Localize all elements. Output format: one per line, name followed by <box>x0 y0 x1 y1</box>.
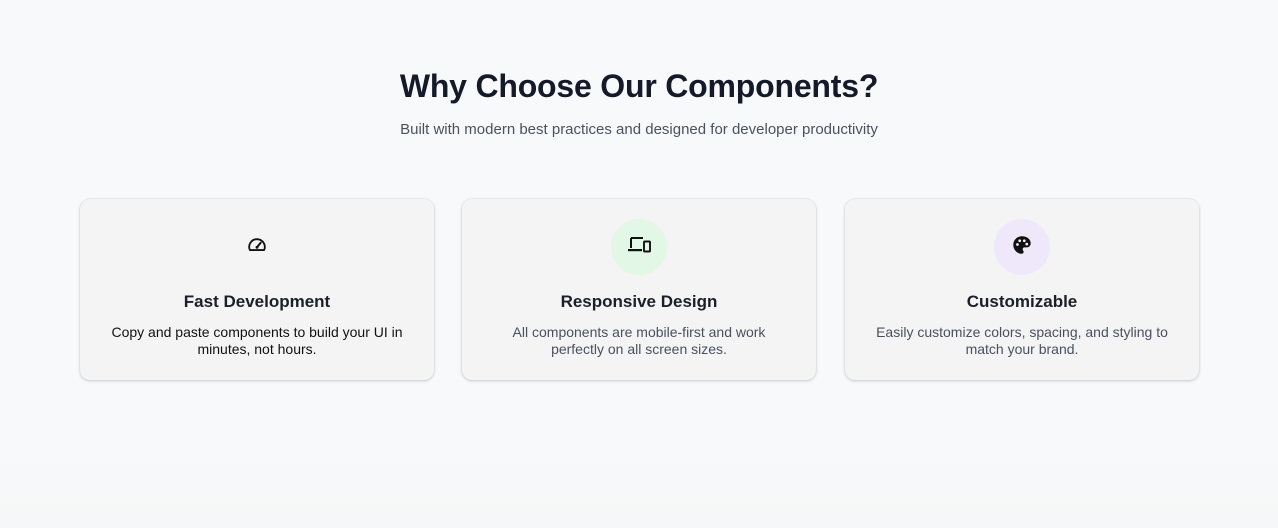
feature-description: Easily customize colors, spacing, and st… <box>876 324 1168 357</box>
section-title: Why Choose Our Components? <box>399 68 879 104</box>
feature-description: Copy and paste components to build your … <box>111 324 403 357</box>
feature-icon-wrapper <box>994 219 1050 275</box>
feature-card-customizable: Customizable Easily customize colors, sp… <box>845 199 1199 380</box>
feature-title: Customizable <box>966 292 1078 311</box>
palette-icon <box>1011 234 1033 261</box>
feature-card-fast-development: Fast Development Copy and paste componen… <box>80 199 434 380</box>
devices-icon <box>626 234 652 261</box>
feature-icon-wrapper <box>229 219 285 275</box>
speedometer-icon <box>246 234 268 261</box>
feature-card-responsive-design: Responsive Design All components are mob… <box>462 199 816 380</box>
section-subtitle: Built with modern best practices and des… <box>400 121 878 138</box>
feature-title: Fast Development <box>183 292 331 311</box>
feature-icon-wrapper <box>611 219 667 275</box>
features-section: Why Choose Our Components? Built with mo… <box>0 0 1278 528</box>
feature-title: Responsive Design <box>560 292 718 311</box>
feature-description: All components are mobile-first and work… <box>512 324 766 357</box>
